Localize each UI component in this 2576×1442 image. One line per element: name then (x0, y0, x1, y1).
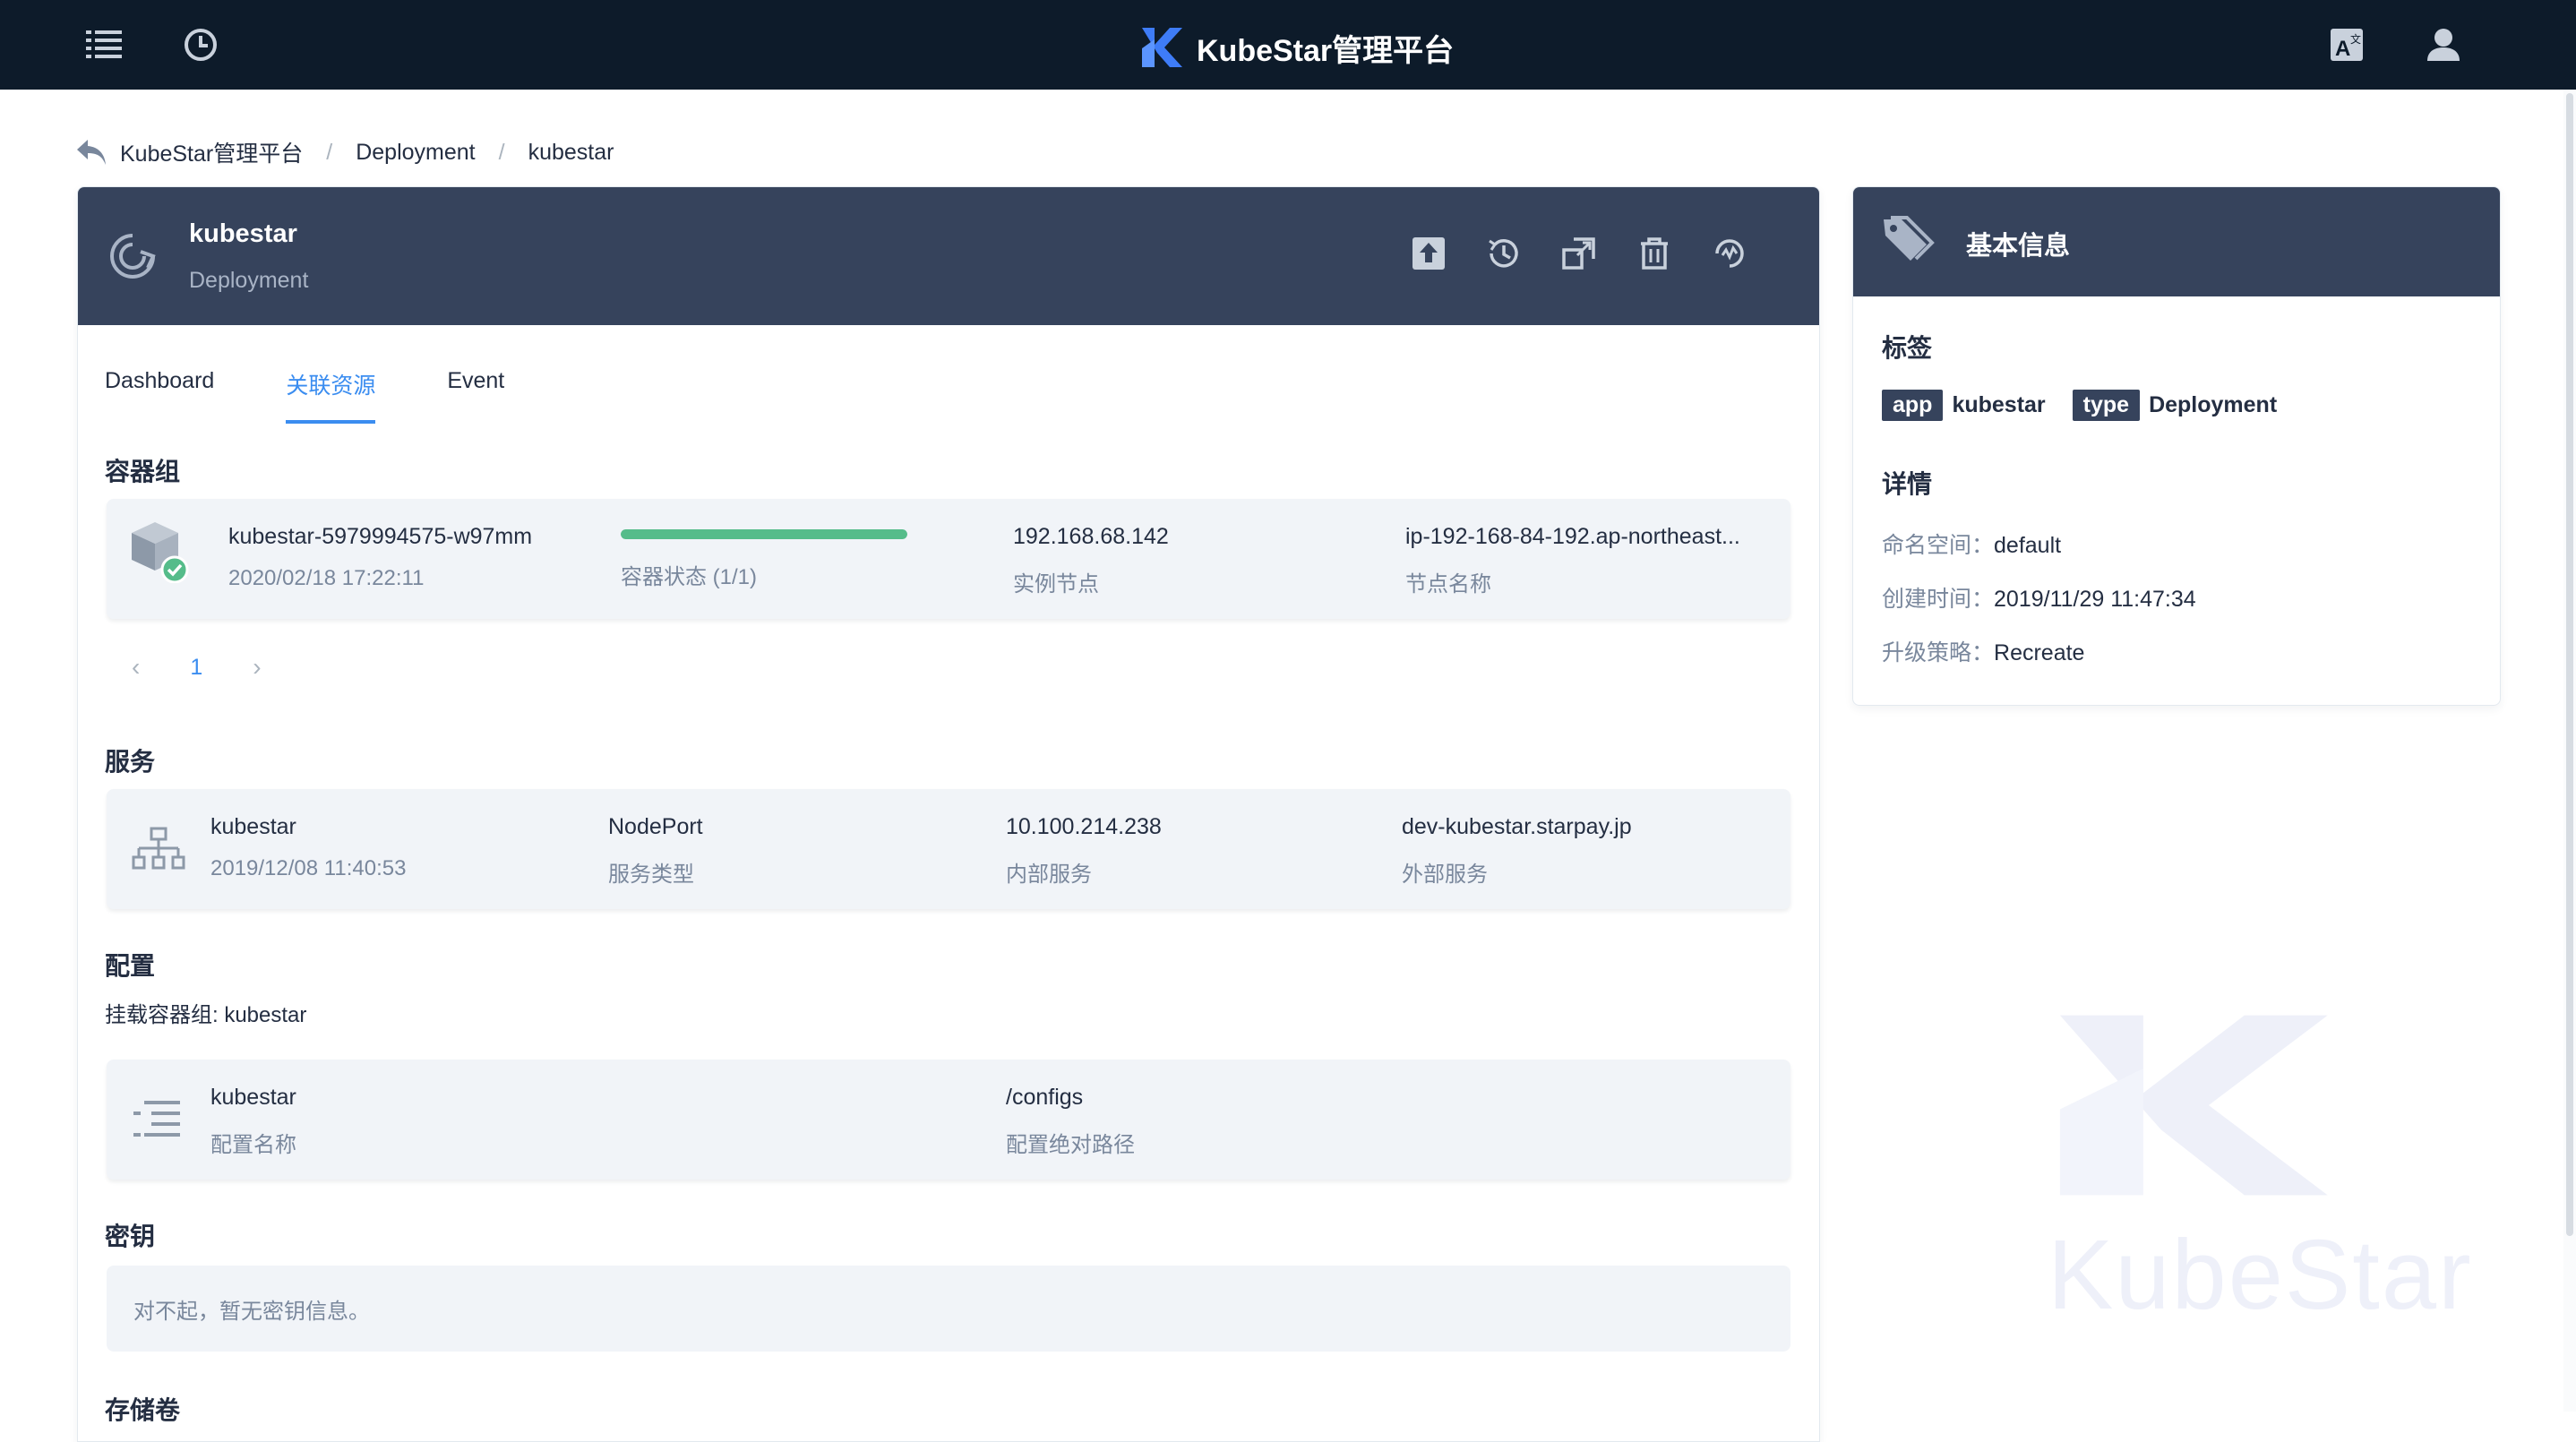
pods-section-title: 容器组 (105, 458, 181, 485)
config-section-title: 配置 (105, 952, 156, 980)
detail-created-time: 创建时间：2019/11/29 11:47:34 (1882, 581, 2196, 614)
detail-value: Recreate (1994, 640, 2085, 665)
labels-list: app kubestar type Deployment (1882, 390, 2304, 421)
tag-icon (1884, 216, 1935, 261)
config-path: /configs (1006, 1085, 1084, 1110)
back-arrow-icon[interactable] (75, 138, 107, 167)
upload-icon[interactable] (1409, 234, 1448, 273)
svg-text:文: 文 (2350, 32, 2361, 46)
pod-ip-label: 实例节点 (1013, 572, 1099, 597)
kubestar-watermark-logo (2059, 1015, 2328, 1196)
detail-upgrade-strategy: 升级策略：Recreate (1882, 635, 2084, 667)
pod-name[interactable]: kubestar-5979994575-w97mm (228, 524, 605, 550)
service-row[interactable]: kubestar 2019/12/08 11:40:53 NodePort 服务… (107, 789, 1790, 909)
breadcrumb-item-home[interactable]: KubeStar管理平台 (120, 136, 303, 168)
config-name[interactable]: kubestar (210, 1085, 927, 1111)
details-title: 详情 (1882, 470, 1933, 498)
detail-value: default (1994, 533, 2062, 558)
breadcrumb-item-current: kubestar (528, 139, 614, 165)
resource-tabs: Dashboard 关联资源 Event (105, 368, 576, 424)
labels-title: 标签 (1882, 334, 1933, 362)
resource-kind: Deployment (189, 268, 309, 293)
kubestar-logo-icon (1142, 28, 1182, 67)
tab-event[interactable]: Event (447, 368, 504, 424)
restart-icon[interactable] (1710, 234, 1749, 273)
breadcrumb-separator: / (498, 139, 505, 165)
rollback-history-icon[interactable] (1484, 234, 1524, 273)
label-value: Deployment (2149, 392, 2278, 417)
pod-node[interactable]: ip-192-168-84-192.ap-northeast... (1405, 524, 1773, 550)
brand-name: KubeStar管理平台 (1197, 33, 1455, 68)
pod-node-label: 节点名称 (1405, 572, 1491, 597)
service-external[interactable]: dev-kubestar.starpay.jp (1402, 814, 1778, 840)
detail-key: 升级策略： (1882, 640, 1995, 665)
service-type-label: 服务类型 (608, 863, 694, 887)
breadcrumb-item-deployment[interactable]: Deployment (356, 140, 475, 166)
tab-dashboard[interactable]: Dashboard (105, 368, 214, 424)
detail-key: 创建时间： (1882, 587, 1995, 612)
detail-value: 2019/11/29 11:47:34 (1994, 587, 2196, 612)
secrets-empty-message: 对不起，暂无密钥信息。 (107, 1266, 1790, 1352)
scale-icon[interactable] (1559, 234, 1599, 273)
service-name[interactable]: kubestar (210, 814, 569, 840)
detail-namespace: 命名空间：default (1882, 528, 2061, 560)
secrets-section-title: 密钥 (105, 1223, 156, 1250)
user-icon[interactable] (2424, 25, 2463, 64)
pagination-next[interactable]: › (253, 653, 261, 682)
pod-status-bar-fill (621, 529, 907, 539)
config-row[interactable]: kubestar 配置名称 /configs 配置绝对路径 (107, 1060, 1790, 1180)
pod-cube-icon (132, 522, 189, 583)
config-mount-text: 挂载容器组: kubestar (105, 1003, 307, 1027)
breadcrumb: KubeStar管理平台 / Deployment / kubestar (75, 134, 614, 170)
tab-related-resources[interactable]: 关联资源 (286, 368, 376, 424)
pod-row[interactable]: kubestar-5979994575-w97mm 2020/02/18 17:… (107, 499, 1790, 619)
basic-info-title: 基本信息 (1966, 232, 2071, 261)
label-key: app (1882, 390, 1944, 421)
resource-detail-card: kubestar Deployment Dashboard 关联资源 Event… (77, 186, 1820, 1442)
config-path-label: 配置绝对路径 (1006, 1133, 1135, 1157)
resource-name: kubestar (189, 219, 297, 248)
pod-ip: 192.168.68.142 (1013, 524, 1169, 549)
volumes-section-title: 存储卷 (105, 1396, 181, 1424)
service-created-time: 2019/12/08 11:40:53 (210, 856, 407, 880)
service-internal: 10.100.214.238 (1006, 814, 1162, 839)
service-external-label: 外部服务 (1402, 863, 1488, 887)
config-list-icon (133, 1101, 180, 1137)
pod-status-bar (621, 529, 907, 539)
breadcrumb-separator: / (326, 139, 333, 165)
service-topology-icon (132, 827, 185, 870)
watermark-text: KubeStar (2048, 1220, 2473, 1330)
config-name-label: 配置名称 (210, 1133, 296, 1157)
basic-info-card: 基本信息 标签 app kubestar type Deployment 详情 … (1852, 186, 2501, 706)
list-icon[interactable] (84, 25, 124, 64)
service-type: NodePort (608, 814, 703, 839)
pagination-page[interactable]: 1 (190, 655, 202, 681)
resource-header: kubestar Deployment (78, 187, 1819, 325)
label-value: kubestar (1952, 392, 2046, 417)
service-internal-label: 内部服务 (1006, 863, 1092, 887)
pods-pagination: ‹ 1 › (132, 653, 262, 682)
translate-icon[interactable]: A 文 (2327, 25, 2366, 64)
brand[interactable]: KubeStar管理平台 (1139, 25, 1454, 70)
basic-info-header: 基本信息 (1853, 187, 2500, 296)
label-key: type (2072, 390, 2141, 421)
services-section-title: 服务 (105, 748, 156, 776)
resource-actions (1409, 234, 1749, 273)
detail-key: 命名空间： (1882, 533, 1995, 558)
pod-status-label: 容器状态 (1/1) (621, 565, 758, 589)
delete-icon[interactable] (1635, 234, 1674, 273)
page-scrollbar-thumb[interactable] (2566, 93, 2573, 1236)
history-icon[interactable] (181, 25, 220, 64)
svg-text:A: A (2335, 37, 2350, 61)
pod-created-time: 2020/02/18 17:22:11 (228, 566, 425, 590)
deployment-icon (110, 234, 156, 279)
pagination-prev[interactable]: ‹ (132, 653, 140, 682)
top-navbar: KubeStar管理平台 A 文 (0, 0, 2576, 90)
